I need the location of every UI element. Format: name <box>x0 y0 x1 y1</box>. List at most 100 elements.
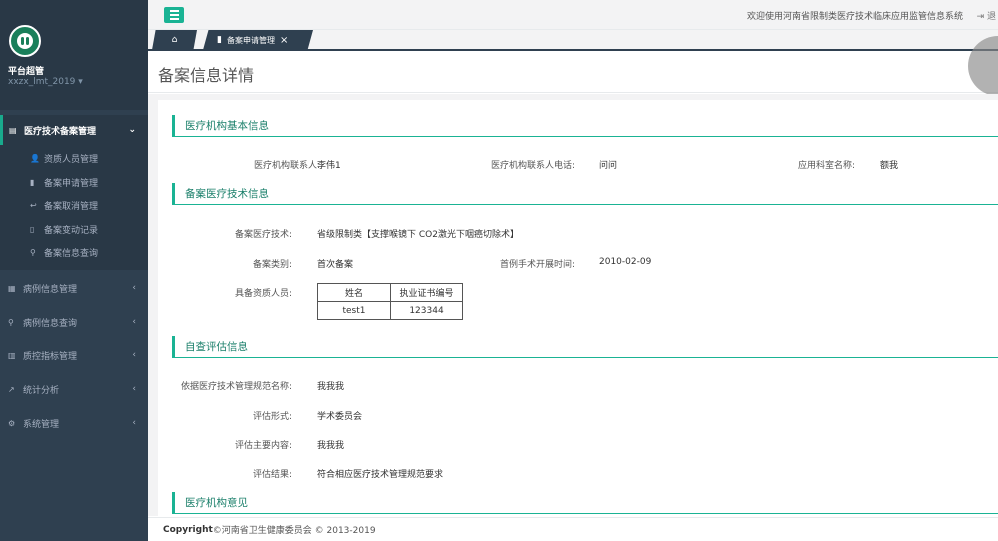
type-label: 备案类别: <box>252 260 292 270</box>
menu-label: 病例信息查询 <box>23 318 78 329</box>
tab-home[interactable]: ⌂ <box>152 30 197 50</box>
chevron-left-icon: ‹ <box>132 350 136 360</box>
phone-label: 医疗机构联系人电话: <box>490 161 575 171</box>
file-icon: ▯ <box>30 225 35 234</box>
avatar[interactable] <box>9 25 41 57</box>
staff-label: 具备资质人员: <box>234 289 292 299</box>
dept-value: 额我 <box>880 161 899 171</box>
menu-label: 统计分析 <box>23 385 60 396</box>
qualified-staff-table: 姓名 执业证书编号 test1 123344 <box>317 283 463 320</box>
caret-down-icon: ▾ <box>78 77 83 87</box>
bar-chart-icon: ▥ <box>8 350 16 360</box>
menu-label: 医疗技术备案管理 <box>24 126 97 137</box>
top-bar: 欢迎使用河南省限制类医疗技术临床应用监管信息系统 ⇥ 退 <box>148 0 998 30</box>
submenu: 👤 资质人员管理 ▮ 备案申请管理 ↩ 备案取消管理 ▯ 备案变动记录 ⚲ 备案信息查询 <box>0 145 148 270</box>
menu-item-statistics[interactable]: ↗ 统计分析 ‹ <box>0 377 148 401</box>
content-value: 我我我 <box>317 441 345 451</box>
form-label: 评估形式: <box>252 412 292 422</box>
section-title-opinion: 医疗机构意见 <box>172 492 998 514</box>
column-header-license: 执业证书编号 <box>390 283 463 302</box>
menu-item-system[interactable]: ⚙ 系统管理 ‹ <box>0 411 148 435</box>
chevron-down-icon: ⌄ <box>128 125 136 135</box>
menu-label: 质控指标管理 <box>23 351 78 362</box>
phone-value: 问问 <box>599 161 618 171</box>
tab-filing-application[interactable]: ▮ 备案申请管理 × <box>203 30 313 50</box>
submenu-label: 备案取消管理 <box>44 202 99 212</box>
menu-label: 病例信息管理 <box>23 284 78 295</box>
tech-value: 省级限制类【支撑喉镜下 CO2激光下咽癌切除术】 <box>317 230 519 240</box>
submenu-item-staff[interactable]: 👤 资质人员管理 <box>30 152 98 165</box>
norm-label: 依据医疗技术管理规范名称: <box>180 382 292 392</box>
grid-icon: ▦ <box>8 283 16 293</box>
table-cell-name: test1 <box>317 301 391 320</box>
user-name: 平台超管 <box>8 67 45 77</box>
bookmark-icon: ▮ <box>30 178 35 187</box>
submenu-label: 备案申请管理 <box>44 179 99 189</box>
dept-label: 应用科室名称: <box>797 161 855 171</box>
contact-label: 医疗机构联系人: <box>253 161 320 171</box>
logout-icon: ⇥ <box>976 12 985 22</box>
submenu-item-cancel[interactable]: ↩ 备案取消管理 <box>30 199 98 212</box>
search-icon: ⚲ <box>8 317 14 327</box>
profile-panel: 平台超管 xxzx_lmt_2019 ▾ <box>0 0 148 110</box>
menu-item-case-management[interactable]: ▦ 病例信息管理 ‹ <box>0 276 148 300</box>
menu-item-case-query[interactable]: ⚲ 病例信息查询 ‹ <box>0 310 148 334</box>
copyright-text: ©河南省卫生健康委员会 © 2013-2019 <box>212 526 376 536</box>
logout-link[interactable]: ⇥ 退 <box>977 9 996 22</box>
table-header-row: 姓名 执业证书编号 <box>317 283 463 302</box>
contact-value: 李伟1 <box>317 161 341 171</box>
content-label: 评估主要内容: <box>234 441 292 451</box>
submenu-item-query[interactable]: ⚲ 备案信息查询 <box>30 246 98 259</box>
chevron-left-icon: ‹ <box>132 283 136 293</box>
form-value: 学术委员会 <box>317 412 363 422</box>
reply-icon: ↩ <box>30 201 37 210</box>
account-name: xxzx_lmt_2019 <box>8 77 76 87</box>
section-title-basic: 医疗机构基本信息 <box>172 115 998 137</box>
submenu-item-application[interactable]: ▮ 备案申请管理 <box>30 176 98 189</box>
section-title-eval: 自查评估信息 <box>172 336 998 358</box>
tab-label: 备案申请管理 <box>226 35 275 45</box>
page-header: 备案信息详情 <box>148 36 998 96</box>
tabs-bar: ⌂ ▮ 备案申请管理 × <box>148 30 998 50</box>
menu-toggle-button[interactable] <box>164 7 184 23</box>
footer: Copyright ©河南省卫生健康委员会 © 2013-2019 <box>148 517 998 541</box>
result-value: 符合相应医疗技术管理规范要求 <box>317 470 444 480</box>
chevron-left-icon: ‹ <box>132 317 136 327</box>
chevron-left-icon: ‹ <box>132 384 136 394</box>
menu-item-quality-metrics[interactable]: ▥ 质控指标管理 ‹ <box>0 343 148 367</box>
submenu-label: 备案变动记录 <box>44 226 99 236</box>
result-label: 评估结果: <box>252 470 292 480</box>
home-icon: ⌂ <box>171 35 178 45</box>
search-icon: ⚲ <box>30 248 36 257</box>
bookmark-icon: ▮ <box>217 35 222 45</box>
page-title: 备案信息详情 <box>158 66 255 85</box>
date-label: 首例手术开展时间: <box>499 260 575 270</box>
menu-label: 系统管理 <box>23 419 60 430</box>
submenu-item-changes[interactable]: ▯ 备案变动记录 <box>30 223 98 236</box>
sidebar: 平台超管 xxzx_lmt_2019 ▾ ▤ 医疗技术备案管理 ⌄ 👤 资质人员管… <box>0 0 148 541</box>
submenu-label: 备案信息查询 <box>44 249 99 259</box>
menu-item-filing-management[interactable]: ▤ 医疗技术备案管理 ⌄ <box>0 115 148 145</box>
book-icon: ▤ <box>9 125 17 135</box>
account-dropdown[interactable]: xxzx_lmt_2019 ▾ <box>8 77 83 87</box>
date-value: 2010-02-09 <box>599 257 652 267</box>
chevron-left-icon: ‹ <box>132 418 136 428</box>
close-icon[interactable]: × <box>280 35 288 46</box>
table-row: test1 123344 <box>317 301 463 320</box>
gear-icon: ⚙ <box>8 418 16 428</box>
user-icon: 👤 <box>30 154 40 163</box>
copyright-label: Copyright <box>163 524 213 535</box>
tech-label: 备案医疗技术: <box>234 230 292 240</box>
section-title-tech: 备案医疗技术信息 <box>172 183 998 205</box>
logout-label: 退 <box>986 12 996 22</box>
type-value: 首次备案 <box>317 260 354 270</box>
line-chart-icon: ↗ <box>8 384 15 394</box>
table-cell-license: 123344 <box>390 301 463 320</box>
norm-value: 我我我 <box>317 382 345 392</box>
hamburger-line <box>169 14 179 16</box>
hamburger-line <box>169 10 179 12</box>
submenu-label: 资质人员管理 <box>44 155 99 165</box>
column-header-name: 姓名 <box>317 283 391 302</box>
welcome-message: 欢迎使用河南省限制类医疗技术临床应用监管信息系统 <box>746 12 963 22</box>
hamburger-line <box>169 18 179 20</box>
